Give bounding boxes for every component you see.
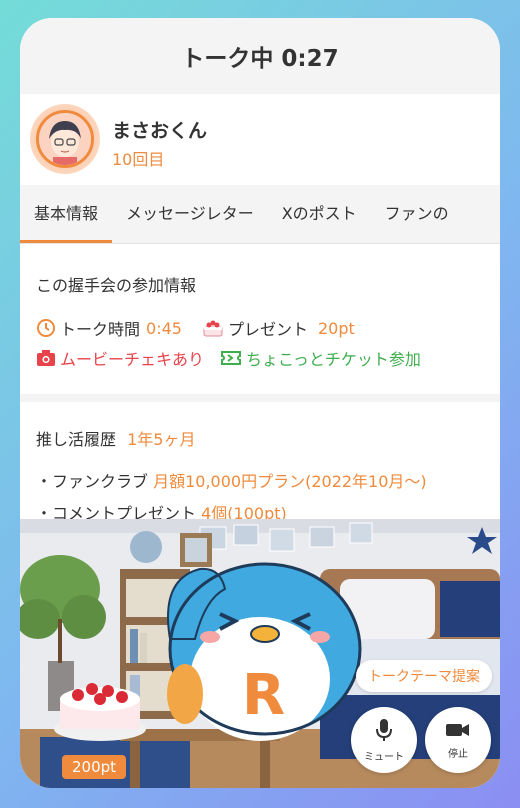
profile-name: まさおくん bbox=[112, 120, 208, 142]
cake-price-badge: 200pt bbox=[62, 755, 127, 779]
tab-fan[interactable]: ファンの bbox=[371, 185, 463, 243]
tab-x-posts[interactable]: Xのポスト bbox=[268, 185, 371, 243]
section-divider bbox=[20, 394, 500, 402]
talk-time-value: 0:45 bbox=[146, 318, 182, 338]
talk-and-present-row: トーク時間 0:45 プレゼント 20pt bbox=[36, 316, 355, 340]
video-camera-icon bbox=[445, 721, 471, 743]
mute-label: ミュート bbox=[364, 751, 404, 763]
mascot-letter: R bbox=[242, 663, 285, 728]
camera-icon bbox=[36, 349, 56, 367]
tab-bar: 基本情報 メッセージレター Xのポスト ファンの bbox=[20, 185, 500, 244]
cake-icon bbox=[202, 318, 224, 338]
stop-label: 停止 bbox=[448, 748, 468, 760]
event-info-section: この握手会の参加情報 トーク時間 0:45 プレゼント 20pt ムービーチェキ… bbox=[20, 244, 500, 394]
fanclub-label: ・ファンクラブ bbox=[36, 472, 149, 491]
avatar[interactable] bbox=[36, 110, 94, 168]
present-value: 20pt bbox=[317, 318, 355, 338]
movie-cheki-text: ムービーチェキあり bbox=[60, 350, 205, 369]
mute-button[interactable]: ミュート bbox=[351, 707, 417, 773]
phone-screen: トーク中 0:27 まさおくん 10回目 基本情報 メッセージレター Xのポスト… bbox=[20, 18, 500, 788]
talk-time-label: トーク時間 bbox=[60, 320, 141, 339]
fan-history-duration: 1年5ヶ月 bbox=[127, 430, 196, 449]
talk-header: トーク中 0:27 bbox=[20, 18, 500, 94]
avatar-ring[interactable] bbox=[30, 104, 100, 174]
stop-video-button[interactable]: 停止 bbox=[425, 707, 491, 773]
event-info-title: この握手会の参加情報 bbox=[36, 276, 197, 295]
fanclub-value: 月額10,000円プラン(2022年10月〜) bbox=[153, 472, 427, 491]
talk-theme-suggest-button[interactable]: トークテーマ提案 bbox=[356, 660, 492, 692]
fan-history-label: 推し活履歴 bbox=[36, 430, 117, 449]
avatar-illustration bbox=[39, 113, 91, 165]
visit-count: 10回目 bbox=[112, 150, 165, 169]
fan-history-title: 推し活履歴 1年5ヶ月 bbox=[36, 426, 195, 450]
video-scene: R トークテーマ提案 ミュート 停止 200pt bbox=[20, 519, 500, 788]
mic-icon bbox=[375, 718, 393, 746]
clock-icon bbox=[36, 318, 56, 338]
ticket-text: ちょこっとチケット参加 bbox=[246, 350, 421, 369]
fan-history-section: 推し活履歴 1年5ヶ月 ・ファンクラブ 月額10,000円プラン(2022年10… bbox=[20, 402, 500, 532]
extras-row: ムービーチェキあり ちょこっとチケット参加 bbox=[36, 346, 421, 370]
ticket-icon bbox=[220, 349, 242, 367]
tab-basic-info[interactable]: 基本情報 bbox=[20, 185, 113, 243]
talk-status-title: トーク中 0:27 bbox=[181, 46, 339, 72]
fanclub-row: ・ファンクラブ 月額10,000円プラン(2022年10月〜) bbox=[36, 468, 427, 492]
tab-message-letter[interactable]: メッセージレター bbox=[112, 185, 268, 243]
profile-section: まさおくん 10回目 bbox=[20, 94, 500, 185]
present-label: プレゼント bbox=[227, 320, 308, 339]
